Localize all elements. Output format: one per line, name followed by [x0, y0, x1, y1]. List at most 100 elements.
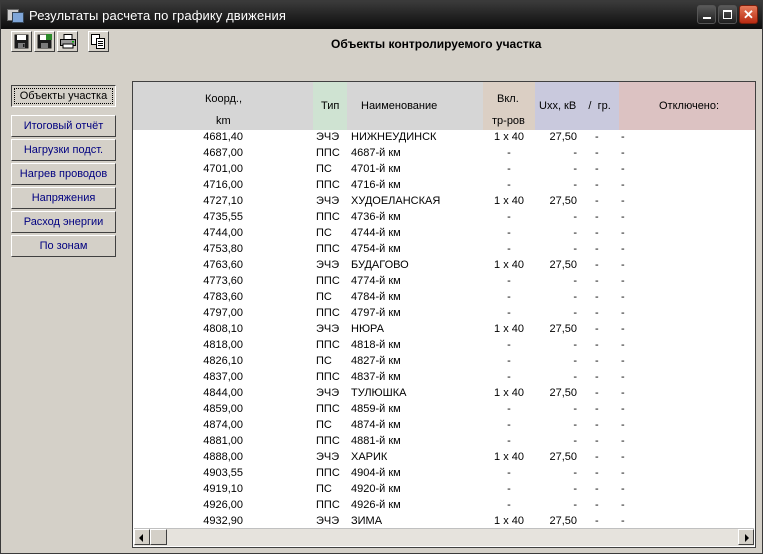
cell-type: ПС: [316, 163, 332, 175]
cell-transformers: -: [507, 307, 511, 319]
header-coord[interactable]: Коорд., km: [133, 82, 313, 130]
scroll-thumb[interactable]: [150, 529, 167, 545]
sidebar-item-voltages[interactable]: Напряжения: [11, 187, 116, 209]
table-row[interactable]: 4753,80 ППС 4754-й км - - - -: [133, 242, 755, 258]
table-row[interactable]: 4716,00 ППС 4716-й км - - - -: [133, 178, 755, 194]
scroll-left-button[interactable]: [134, 529, 150, 545]
cell-name: 4859-й км: [351, 403, 401, 415]
cell-coord: 4826,10: [203, 355, 243, 367]
cell-name: 4736-й км: [351, 211, 401, 223]
cell-voltage: -: [573, 467, 577, 479]
cell-name: 4687-й км: [351, 147, 401, 159]
cell-coord: 4716,00: [203, 179, 243, 191]
table-row[interactable]: 4926,00 ППС 4926-й км - - - -: [133, 498, 755, 514]
cell-disconnected: -: [621, 323, 625, 335]
cell-voltage: -: [573, 419, 577, 431]
cell-group: -: [595, 451, 599, 463]
arrow-left-icon: [139, 534, 143, 542]
cell-group: -: [595, 403, 599, 415]
cell-voltage: -: [573, 339, 577, 351]
header-name[interactable]: Наименование: [347, 82, 483, 130]
sidebar-item-by-zones[interactable]: По зонам: [11, 235, 116, 257]
table-row[interactable]: 4797,00 ППС 4797-й км - - - -: [133, 306, 755, 322]
cell-type: ППС: [316, 339, 340, 351]
table-row[interactable]: 4859,00 ППС 4859-й км - - - -: [133, 402, 755, 418]
table-row[interactable]: 4744,00 ПС 4744-й км - - - -: [133, 226, 755, 242]
table-row[interactable]: 4818,00 ППС 4818-й км - - - -: [133, 338, 755, 354]
cell-name: 4881-й км: [351, 435, 401, 447]
sidebar-item-substation-loads[interactable]: Нагрузки подст.: [11, 139, 116, 161]
table-row[interactable]: 4681,40 ЭЧЭ НИЖНЕУДИНСК 1 х 40 27,50 - -: [133, 130, 755, 146]
cell-transformers: 1 х 40: [494, 451, 524, 463]
table-row[interactable]: 4727,10 ЭЧЭ ХУДОЕЛАНСКАЯ 1 х 40 27,50 - -: [133, 194, 755, 210]
save-as-button[interactable]: [34, 31, 55, 52]
table-row[interactable]: 4763,60 ЭЧЭ БУДАГОВО 1 х 40 27,50 - -: [133, 258, 755, 274]
cell-transformers: -: [507, 275, 511, 287]
header-transformers[interactable]: Вкл. тр-ров: [483, 82, 535, 130]
cell-disconnected: -: [621, 515, 625, 527]
header-disconnected[interactable]: Отключено:: [619, 82, 755, 130]
window-title: Результаты расчета по графику движения: [29, 7, 287, 23]
copy-button[interactable]: [88, 31, 109, 52]
save-button[interactable]: [11, 31, 32, 52]
cell-type: ПС: [316, 227, 332, 239]
cell-name: 4797-й км: [351, 307, 401, 319]
title-bar[interactable]: Результаты расчета по графику движения ✕: [1, 1, 762, 29]
maximize-icon: [723, 10, 732, 19]
cell-voltage: 27,50: [549, 259, 577, 271]
cell-type: ЭЧЭ: [316, 259, 340, 271]
print-button[interactable]: [57, 31, 78, 52]
cell-disconnected: -: [621, 259, 625, 271]
cell-name: НИЖНЕУДИНСК: [351, 131, 437, 143]
cell-group: -: [595, 227, 599, 239]
cell-transformers: -: [507, 179, 511, 191]
cell-transformers: -: [507, 147, 511, 159]
maximize-button[interactable]: [718, 5, 737, 24]
table-row[interactable]: 4919,10 ПС 4920-й км - - - -: [133, 482, 755, 498]
cell-coord: 4735,55: [203, 211, 243, 223]
table-row[interactable]: 4888,00 ЭЧЭ ХАРИК 1 х 40 27,50 - -: [133, 450, 755, 466]
cell-disconnected: -: [621, 451, 625, 463]
cell-type: ППС: [316, 147, 340, 159]
cell-voltage: -: [573, 211, 577, 223]
cell-group: -: [595, 131, 599, 143]
sidebar: Объекты участка Итоговый отчёт Нагрузки …: [11, 85, 117, 259]
close-button[interactable]: ✕: [739, 5, 758, 24]
cell-type: ПС: [316, 355, 332, 367]
table-row[interactable]: 4881,00 ППС 4881-й км - - - -: [133, 434, 755, 450]
horizontal-scrollbar[interactable]: [134, 528, 754, 546]
cell-disconnected: -: [621, 179, 625, 191]
table-row[interactable]: 4701,00 ПС 4701-й км - - - -: [133, 162, 755, 178]
table-row[interactable]: 4844,00 ЭЧЭ ТУЛЮШКА 1 х 40 27,50 - -: [133, 386, 755, 402]
cell-coord: 4818,00: [203, 339, 243, 351]
sidebar-item-energy-consumption[interactable]: Расход энергии: [11, 211, 116, 233]
cell-coord: 4753,80: [203, 243, 243, 255]
objects-table[interactable]: Коорд., km Тип Наименование Вкл. тр-ров …: [132, 81, 756, 548]
cell-group: -: [595, 467, 599, 479]
minimize-button[interactable]: [697, 5, 716, 24]
table-row[interactable]: 4783,60 ПС 4784-й км - - - -: [133, 290, 755, 306]
header-type[interactable]: Тип: [313, 82, 347, 130]
table-row[interactable]: 4687,00 ППС 4687-й км - - - -: [133, 146, 755, 162]
cell-name: ЗИМА: [351, 515, 383, 527]
cell-voltage: -: [573, 243, 577, 255]
cell-voltage: -: [573, 227, 577, 239]
scroll-right-button[interactable]: [738, 529, 754, 545]
cell-disconnected: -: [621, 435, 625, 447]
table-row[interactable]: 4808,10 ЭЧЭ НЮРА 1 х 40 27,50 - -: [133, 322, 755, 338]
table-row[interactable]: 4735,55 ППС 4736-й км - - - -: [133, 210, 755, 226]
table-row[interactable]: 4903,55 ППС 4904-й км - - - -: [133, 466, 755, 482]
cell-disconnected: -: [621, 307, 625, 319]
table-row[interactable]: 4826,10 ПС 4827-й км - - - -: [133, 354, 755, 370]
sidebar-item-wire-heating[interactable]: Нагрев проводов: [11, 163, 116, 185]
header-voltage[interactable]: Uxx, кВ / гр.: [535, 82, 619, 130]
cell-disconnected: -: [621, 131, 625, 143]
table-row[interactable]: 4773,60 ППС 4774-й км - - - -: [133, 274, 755, 290]
table-row[interactable]: 4874,00 ПС 4874-й км - - - -: [133, 418, 755, 434]
sidebar-item-summary-report[interactable]: Итоговый отчёт: [11, 115, 116, 137]
cell-coord: 4808,10: [203, 323, 243, 335]
cell-type: ПС: [316, 419, 332, 431]
sidebar-item-objects[interactable]: Объекты участка: [11, 85, 116, 107]
table-row[interactable]: 4837,00 ППС 4837-й км - - - -: [133, 370, 755, 386]
cell-disconnected: -: [621, 483, 625, 495]
